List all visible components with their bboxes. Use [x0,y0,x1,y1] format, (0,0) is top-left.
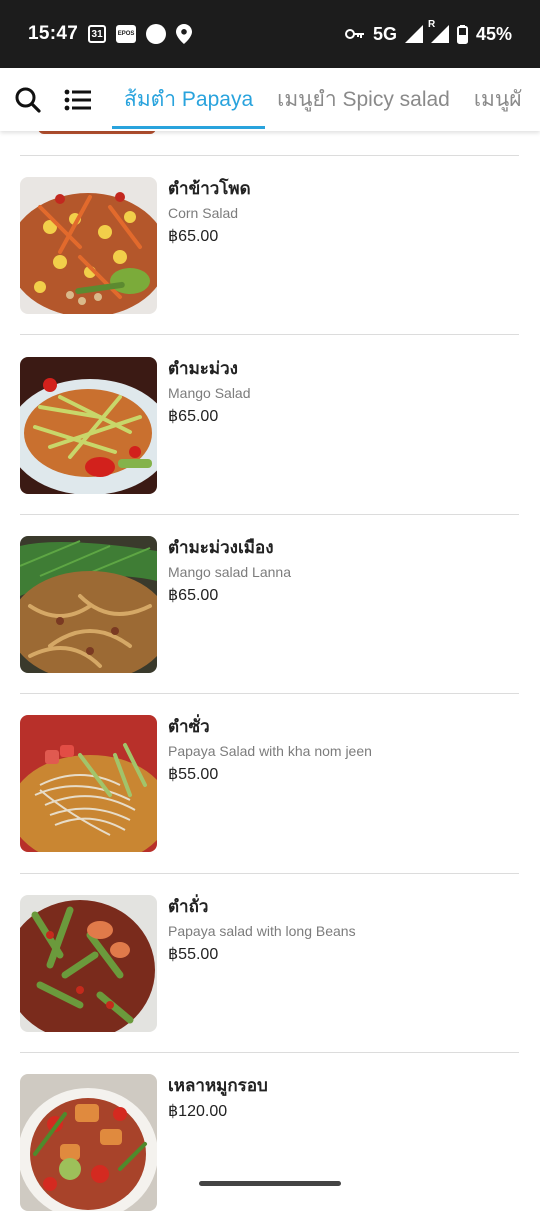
mango-salad-image [20,357,157,494]
divider [20,1052,519,1053]
item-price: ฿65.00 [168,408,219,425]
roaming-label: R [427,19,436,30]
circle-notification-icon [146,24,167,44]
divider [20,155,519,156]
menu-item[interactable]: เหลาหมูกรอบ ฿120.00 [20,1074,520,1212]
item-name: ตำข้าวโพด [168,179,251,198]
battery-percent: 45% [475,23,512,44]
item-price: ฿55.00 [168,766,219,783]
vpn-key-icon [344,29,364,39]
network-type-label: 5G [372,23,397,44]
mango-salad-lanna-image [20,536,157,673]
tab-next-category[interactable]: เมนูผั [462,68,534,131]
divider [20,693,519,694]
item-price: ฿65.00 [168,228,219,245]
location-pin-icon [176,24,193,44]
search-icon[interactable] [14,86,42,114]
category-list-icon[interactable] [64,86,92,114]
divider [20,514,519,515]
item-name: ตำมะม่วง [168,359,238,378]
calendar-icon: 31 [88,25,107,43]
crispy-pork-salad-image [20,1074,157,1211]
divider [20,334,519,335]
menu-item[interactable]: ตำมะม่วงเมือง Mango salad Lanna ฿65.00 [20,536,520,674]
battery-icon [456,24,468,44]
tab-spicy-salad[interactable]: เมนูยำ Spicy salad [265,68,462,131]
item-name: เหลาหมูกรอบ [168,1076,268,1095]
status-bar: 15:47 31 EPOS 5G R 45% [0,0,540,68]
item-price: ฿120.00 [168,1103,228,1120]
papaya-salad-long-beans-image [20,895,157,1032]
menu-item[interactable]: ตำมะม่วง Mango Salad ฿65.00 [20,357,520,495]
item-price: ฿55.00 [168,946,219,963]
item-english-name: Papaya salad with long Beans [168,923,356,939]
item-name: ตำถั่ว [168,897,209,916]
category-tabs: ส้มตำ Papaya เมนูยำ Spicy salad เมนูผั [112,68,534,131]
item-english-name: Mango salad Lanna [168,564,291,580]
home-indicator[interactable] [199,1181,341,1186]
papaya-salad-kha-nom-jeen-image [20,715,157,852]
status-time: 15:47 [28,23,79,44]
menu-item[interactable]: ตำถั่ว Papaya salad with long Beans ฿55.… [20,895,520,1033]
epos-app-icon: EPOS [116,25,137,43]
item-price: ฿65.00 [168,587,219,604]
menu-item[interactable]: ตำซั่ว Papaya Salad with kha nom jeen ฿5… [20,715,520,853]
item-english-name: Papaya Salad with kha nom jeen [168,743,372,759]
divider [20,873,519,874]
corn-salad-image [20,177,157,314]
item-english-name: Corn Salad [168,205,239,221]
item-english-name: Mango Salad [168,385,251,401]
menu-item[interactable]: ตำข้าวโพด Corn Salad ฿65.00 [20,177,520,315]
menu-header: ส้มตำ Papaya เมนูยำ Spicy salad เมนูผั [0,68,540,131]
item-name: ตำมะม่วงเมือง [168,538,274,557]
item-name: ตำซั่ว [168,717,210,736]
signal-icon [404,25,423,43]
tab-papaya[interactable]: ส้มตำ Papaya [112,68,266,131]
